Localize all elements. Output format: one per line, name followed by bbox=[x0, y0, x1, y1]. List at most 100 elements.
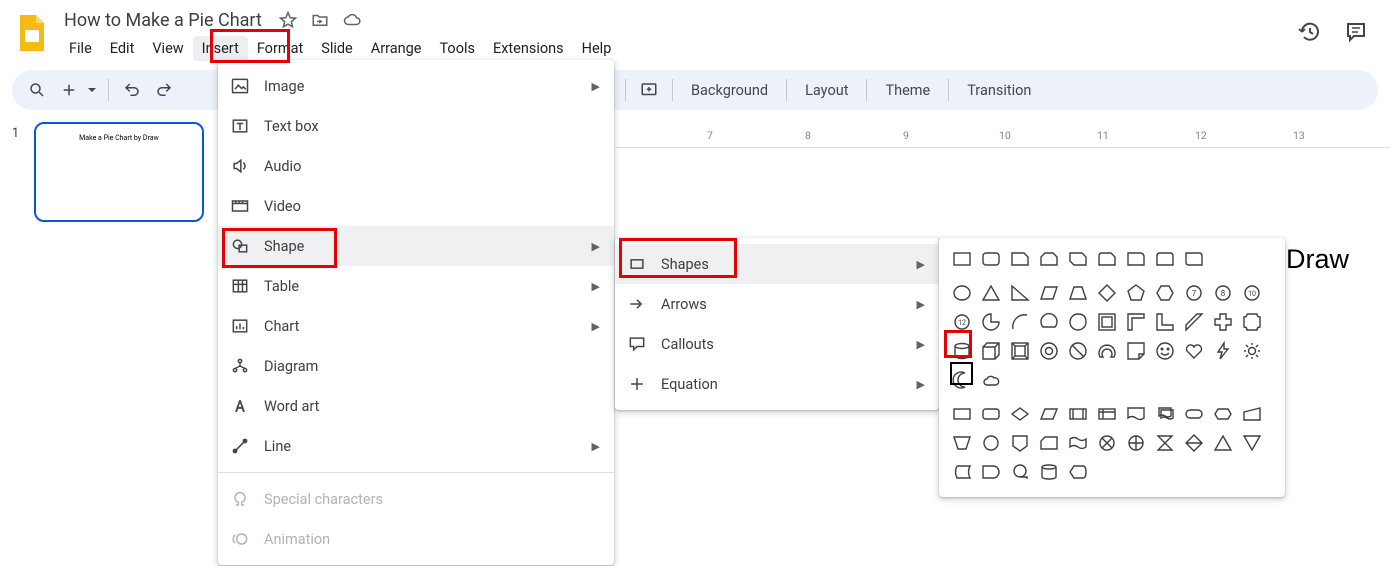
snip-diag-icon[interactable] bbox=[1067, 248, 1089, 270]
shape-callouts[interactable]: Callouts▶ bbox=[615, 324, 939, 364]
flowchart-alt-process-icon[interactable] bbox=[980, 403, 1002, 425]
insert-table[interactable]: Table▶ bbox=[218, 266, 614, 306]
menu-format[interactable]: Format bbox=[248, 36, 312, 61]
half-frame-icon[interactable] bbox=[1125, 311, 1147, 333]
comments-icon[interactable] bbox=[1344, 20, 1370, 46]
flowchart-manual-op-icon[interactable] bbox=[951, 432, 973, 454]
hexagon-icon[interactable] bbox=[1154, 282, 1176, 304]
insert-video[interactable]: Video bbox=[218, 186, 614, 226]
triangle-icon[interactable] bbox=[980, 282, 1002, 304]
shape-arrows[interactable]: Arrows▶ bbox=[615, 284, 939, 324]
menu-view[interactable]: View bbox=[143, 36, 192, 61]
slide-thumbnail[interactable]: Make a Pie Chart by Draw bbox=[34, 122, 204, 222]
flowchart-preparation-icon[interactable] bbox=[1212, 403, 1234, 425]
flowchart-extract-icon[interactable] bbox=[1212, 432, 1234, 454]
flowchart-decision-icon[interactable] bbox=[1009, 403, 1031, 425]
toolbar-theme[interactable]: Theme bbox=[875, 78, 940, 103]
star-icon[interactable] bbox=[278, 10, 298, 30]
comment-add-icon[interactable] bbox=[634, 75, 664, 105]
octagon-icon[interactable]: 8 bbox=[1212, 282, 1234, 304]
shape-equation[interactable]: Equation▶ bbox=[615, 364, 939, 404]
flowchart-internal-icon[interactable] bbox=[1096, 403, 1118, 425]
snip-round-icon[interactable] bbox=[1096, 248, 1118, 270]
move-folder-icon[interactable] bbox=[310, 10, 330, 30]
rectangle-icon[interactable] bbox=[951, 248, 973, 270]
flowchart-connector-icon[interactable] bbox=[980, 432, 1002, 454]
snip-two-icon[interactable] bbox=[1038, 248, 1060, 270]
block-arc-icon[interactable] bbox=[1096, 340, 1118, 362]
toolbar-background[interactable]: Background bbox=[681, 78, 778, 103]
search-icon[interactable] bbox=[22, 75, 52, 105]
menu-slide[interactable]: Slide bbox=[312, 36, 362, 61]
flowchart-delay-icon[interactable] bbox=[980, 461, 1002, 483]
insert-line[interactable]: Line▶ bbox=[218, 426, 614, 466]
undo-icon[interactable] bbox=[117, 75, 147, 105]
flowchart-offpage-icon[interactable] bbox=[1009, 432, 1031, 454]
diamond-icon[interactable] bbox=[1096, 282, 1118, 304]
moon-icon[interactable] bbox=[951, 369, 973, 391]
flowchart-document-icon[interactable] bbox=[1125, 403, 1147, 425]
plaque-icon[interactable] bbox=[1241, 311, 1263, 333]
flowchart-process-icon[interactable] bbox=[951, 403, 973, 425]
flowchart-junction-icon[interactable] bbox=[1096, 432, 1118, 454]
flowchart-seq-access-icon[interactable] bbox=[1009, 461, 1031, 483]
teardrop-icon[interactable] bbox=[1067, 311, 1089, 333]
round-diag-icon[interactable] bbox=[1183, 248, 1205, 270]
menu-arrange[interactable]: Arrange bbox=[362, 36, 431, 61]
menu-edit[interactable]: Edit bbox=[101, 36, 144, 61]
insert-wordart[interactable]: Word art bbox=[218, 386, 614, 426]
arc-icon[interactable] bbox=[1009, 311, 1031, 333]
decagon-icon[interactable]: 10 bbox=[1241, 282, 1263, 304]
parallelogram-icon[interactable] bbox=[1038, 282, 1060, 304]
pentagon-icon[interactable] bbox=[1125, 282, 1147, 304]
flowchart-multidoc-icon[interactable] bbox=[1154, 403, 1176, 425]
round-one-icon[interactable] bbox=[1125, 248, 1147, 270]
flowchart-stored-icon[interactable] bbox=[951, 461, 973, 483]
history-icon[interactable] bbox=[1298, 20, 1324, 46]
dodecagon-icon[interactable]: 12 bbox=[951, 311, 973, 333]
flowchart-sort-icon[interactable] bbox=[1183, 432, 1205, 454]
redo-icon[interactable] bbox=[149, 75, 179, 105]
menu-file[interactable]: File bbox=[60, 36, 101, 61]
flowchart-predefined-icon[interactable] bbox=[1067, 403, 1089, 425]
snip-corner-icon[interactable] bbox=[1009, 248, 1031, 270]
heptagon-icon[interactable]: 7 bbox=[1183, 282, 1205, 304]
insert-image[interactable]: Image▶ bbox=[218, 66, 614, 106]
sun-icon[interactable] bbox=[1241, 340, 1263, 362]
flowchart-merge-icon[interactable] bbox=[1241, 432, 1263, 454]
insert-textbox[interactable]: Text box bbox=[218, 106, 614, 146]
menu-extensions[interactable]: Extensions bbox=[484, 36, 573, 61]
flowchart-tape-icon[interactable] bbox=[1067, 432, 1089, 454]
oval-icon[interactable] bbox=[951, 282, 973, 304]
folded-corner-icon[interactable] bbox=[1125, 340, 1147, 362]
insert-diagram[interactable]: Diagram bbox=[218, 346, 614, 386]
flowchart-manual-input-icon[interactable] bbox=[1241, 403, 1263, 425]
right-triangle-icon[interactable] bbox=[1009, 282, 1031, 304]
cloud-icon[interactable] bbox=[980, 369, 1002, 391]
no-symbol-icon[interactable] bbox=[1067, 340, 1089, 362]
flowchart-card-icon[interactable] bbox=[1038, 432, 1060, 454]
frame-icon[interactable] bbox=[1096, 311, 1118, 333]
cross-icon[interactable] bbox=[1212, 311, 1234, 333]
pie-icon[interactable] bbox=[980, 311, 1002, 333]
document-title[interactable]: How to Make a Pie Chart bbox=[60, 9, 266, 32]
menu-help[interactable]: Help bbox=[573, 36, 621, 61]
insert-audio[interactable]: Audio bbox=[218, 146, 614, 186]
toolbar-transition[interactable]: Transition bbox=[957, 78, 1041, 103]
chord-icon[interactable] bbox=[1038, 311, 1060, 333]
donut-icon[interactable] bbox=[1038, 340, 1060, 362]
smiley-icon[interactable] bbox=[1154, 340, 1176, 362]
insert-chart[interactable]: Chart▶ bbox=[218, 306, 614, 346]
insert-shape[interactable]: Shape▶ bbox=[218, 226, 614, 266]
flowchart-terminator-icon[interactable] bbox=[1183, 403, 1205, 425]
cube-icon[interactable] bbox=[980, 340, 1002, 362]
toolbar-layout[interactable]: Layout bbox=[795, 78, 858, 103]
new-slide-dropdown-icon[interactable] bbox=[84, 75, 100, 105]
slides-logo[interactable] bbox=[12, 6, 52, 60]
new-slide-icon[interactable] bbox=[54, 75, 84, 105]
menu-insert[interactable]: Insert bbox=[193, 36, 248, 61]
cloud-saved-icon[interactable] bbox=[342, 10, 362, 30]
shape-shapes[interactable]: Shapes▶ bbox=[615, 244, 939, 284]
lightning-icon[interactable] bbox=[1212, 340, 1234, 362]
menu-tools[interactable]: Tools bbox=[430, 36, 484, 61]
